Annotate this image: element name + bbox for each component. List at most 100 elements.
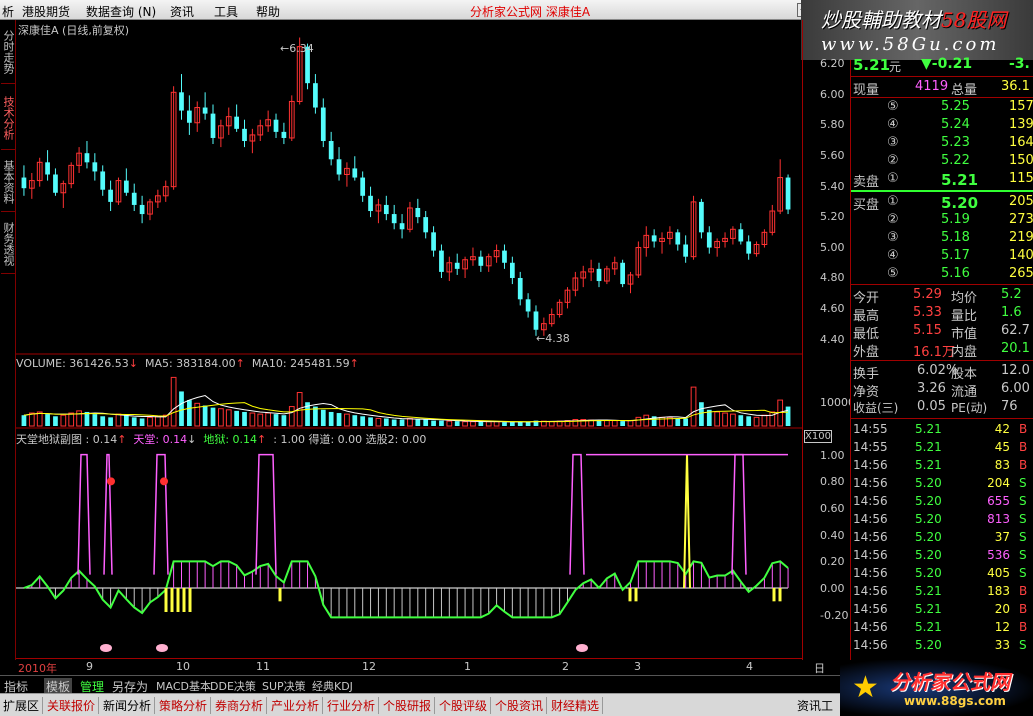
volume-bar (722, 412, 728, 427)
tick-row: 14:56 5.20 405 S (853, 566, 1027, 580)
indicator-line (23, 560, 789, 619)
nav-strategy[interactable]: 策略分析 (156, 697, 212, 714)
nav-research[interactable]: 个股研报 (380, 697, 436, 714)
candle-body (131, 192, 137, 205)
x-label: 3 (634, 660, 641, 673)
chart-canvas[interactable] (16, 20, 802, 658)
candle-body (431, 232, 436, 251)
nav-finance[interactable]: 财经精选 (548, 697, 604, 714)
x-label: 10 (176, 660, 190, 673)
nav-extension[interactable]: 扩展区 (0, 697, 44, 714)
volume-bar (360, 416, 366, 426)
candle-body (123, 180, 129, 193)
nav-news-analysis[interactable]: 新闻分析 (100, 697, 156, 714)
candle-body (273, 119, 279, 132)
tab-sup[interactable]: SUP决策 (262, 678, 306, 694)
price-chart (21, 37, 791, 336)
volume-bar (281, 415, 287, 426)
candle-body (706, 232, 712, 248)
nav-sector[interactable]: 行业分析 (324, 697, 380, 714)
volume-bar (21, 415, 27, 426)
candle-body (328, 141, 334, 160)
volume-bar (407, 417, 413, 427)
menu-item-hk-futures[interactable]: 港股期货 (22, 3, 70, 20)
tab-kdj[interactable]: 经典KDJ (312, 678, 353, 694)
y-tick-label: 6.20 (820, 56, 845, 70)
volume-bar (714, 411, 721, 427)
tab-fundamentals[interactable]: 基本资料 (1, 152, 15, 212)
candle-body (360, 177, 366, 196)
ask-row: ⑤ 5.25 157 (887, 99, 1033, 114)
y-tick-label: 4.40 (820, 332, 845, 346)
tick-row: 14:56 5.20 655 S (853, 494, 1027, 508)
volume-bar (225, 409, 232, 427)
candle-body (352, 168, 358, 178)
volume-bar (375, 417, 382, 427)
tick-row: 14:55 5.21 42 B (853, 422, 1028, 436)
menu-item-news[interactable]: 资讯 (170, 3, 194, 20)
volume-bar (100, 416, 106, 426)
y-tick-label: 5.60 (820, 148, 845, 162)
x-axis: 2010年 9 10 11 12 1 2 3 4 日线 (16, 658, 825, 691)
tab-technical[interactable]: 技术分析 (1, 86, 15, 150)
indicator-y-tick: 0.60 (820, 502, 845, 515)
buy-marker (160, 477, 168, 486)
tiantang-signal (569, 453, 585, 575)
candle-body (210, 113, 216, 138)
candle-body (525, 299, 531, 312)
nav-broker[interactable]: 券商分析 (212, 697, 268, 714)
volume-bar (785, 406, 791, 426)
price-pct: -3. (1009, 56, 1030, 72)
nav-industry[interactable]: 产业分析 (268, 697, 324, 714)
volume-bar (627, 420, 634, 427)
indicator-y-tick: 0.20 (820, 555, 845, 569)
volume-bar (92, 414, 98, 426)
volume-bar (509, 422, 515, 426)
tick-row: 14:56 5.21 83 B (853, 458, 1028, 472)
ask-row: 卖盘 ① 5.21 115 (853, 171, 1033, 190)
buy-marker (107, 477, 115, 486)
price-change: ▼-0.21 (921, 56, 973, 72)
volume-bar (45, 414, 50, 426)
volume-bar (28, 412, 35, 427)
tab-intraday[interactable]: 分时走势 (1, 20, 15, 84)
chart-area[interactable]: 深康佳A (日线,前复权) ←6.34 ←4.38 VOLUME: 361426… (16, 20, 802, 658)
candle-body (45, 162, 50, 175)
candle-body (202, 107, 208, 114)
candle-body (478, 256, 484, 266)
volume-bar (604, 420, 610, 427)
volume-bar (131, 417, 137, 426)
volume-bar (753, 416, 760, 427)
nav-stock-news[interactable]: 个股资讯 (492, 697, 548, 714)
candle-body (746, 241, 752, 254)
tab-macd[interactable]: MACD基本 (156, 678, 211, 694)
signal-dot (156, 644, 168, 652)
x-label-year: 2010年 (18, 662, 57, 675)
volume-row: 现量 4119 总量 36.1 (853, 79, 1030, 98)
tiantang-signal (103, 453, 113, 575)
indicator-y-tick: 1.00 (820, 448, 845, 462)
volume-bar (502, 422, 507, 426)
tick-row: 14:56 5.20 37 S (853, 530, 1027, 544)
nav-related-quotes[interactable]: 关联报价 (44, 697, 100, 714)
volume-bar (210, 407, 216, 426)
tab-financials[interactable]: 财务透视 (1, 214, 15, 274)
volume-bar (485, 421, 492, 427)
volume-bar (454, 421, 460, 426)
menu-item-analysis[interactable]: 析 (2, 3, 14, 20)
y-tick-label: 6.00 (820, 87, 845, 101)
indicator-y-tick: -0.20 (820, 608, 849, 622)
nav-rating[interactable]: 个股评级 (436, 697, 492, 714)
candle-body (509, 262, 515, 278)
menu-item-data-query[interactable]: 数据查询 (N) (86, 3, 156, 20)
x-label: 1 (464, 660, 471, 673)
menu-item-help[interactable]: 帮助 (256, 3, 280, 20)
volume-bar (675, 418, 681, 426)
volume-bar (202, 405, 208, 426)
tab-dde[interactable]: DDE决策 (210, 678, 256, 694)
y-tick-label: 5.80 (820, 118, 845, 132)
tick-row: 14:56 5.20 536 S (853, 548, 1027, 562)
menu-item-tools[interactable]: 工具 (214, 3, 238, 20)
nav-news-tool[interactable]: 资讯工 (794, 697, 836, 714)
stat-row: 最低 5.15 市值 62.7 (853, 323, 1030, 342)
